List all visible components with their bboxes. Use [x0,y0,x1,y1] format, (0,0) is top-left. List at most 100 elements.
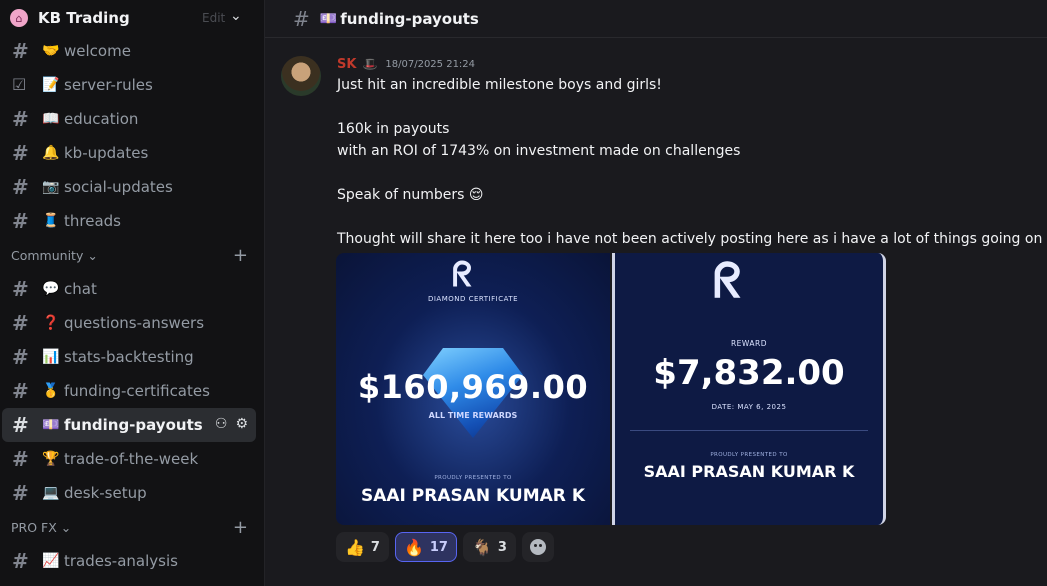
channel-label: kb-updates [64,144,149,162]
server-header[interactable]: ⌂ KB Trading Edit ⌄ [0,0,264,36]
channel-label: social-updates [64,178,173,196]
channel-trade-of-the-week[interactable]: # 🏆 trade-of-the-week [2,442,256,476]
reaction-thumbs-up[interactable]: 👍 7 [336,532,389,562]
channel-label: trades-analysis [64,552,178,570]
channel-chat[interactable]: # 💬 chat [2,272,256,306]
channel-stats-backtesting[interactable]: # 📊 stats-backtesting [2,340,256,374]
hash-icon: # [12,39,29,63]
thumbs-up-icon: 👍 [345,537,365,557]
avatar[interactable] [281,56,321,96]
channel-sidebar: ⌂ KB Trading Edit ⌄ # 🤝 welcome ☑ 📝 serv… [0,0,264,586]
category-community[interactable]: Community ⌄ + [0,238,264,272]
channel-title: funding-payouts [340,9,479,28]
message-header: SK 🎩 18/07/2025 21:24 [337,56,1037,72]
reactions-bar: 👍 7 🔥 17 🐐 3 [336,532,554,562]
channel-education[interactable]: # 📖 education [2,102,256,136]
channel-list: # 🤝 welcome ☑ 📝 server-rules # 📖 educati… [0,36,264,578]
hash-icon: # [12,277,29,301]
channel-social-updates[interactable]: # 📷 social-updates [2,170,256,204]
channel-trades-analysis[interactable]: # 📈 trades-analysis [2,544,256,578]
category-pro-fx[interactable]: PRO FX ⌄ + [0,510,264,544]
channel-welcome[interactable]: # 🤝 welcome [2,34,256,68]
role-badge: 🎩 [362,57,378,71]
category-label: PRO FX ⌄ [11,519,72,535]
channel-emoji: 📖 [42,111,60,127]
reward-date: DATE: MAY 6, 2025 [615,403,883,411]
channel-label: chat [64,280,97,298]
channel-emoji: 🤝 [42,43,60,59]
channel-questions-answers[interactable]: # ❓ questions-answers [2,306,256,340]
invite-user-icon[interactable]: ⚇ [215,416,228,432]
hash-icon: # [12,107,29,131]
reward-certificate-image[interactable]: ᖇ REWARD $7,832.00 DATE: MAY 6, 2025 PRO… [612,253,886,525]
channel-actions: ⚇ ⚙ [215,416,248,432]
checklist-icon: ☑ [12,75,27,94]
add-channel-icon[interactable]: + [233,517,248,538]
hash-icon: # [12,209,29,233]
fire-icon: 🔥 [403,537,424,557]
presented-to-label: PROUDLY PRESENTED TO [710,452,788,458]
message-line: Just hit an incredible milestone boys an… [337,77,662,93]
gear-icon[interactable]: ⚙ [235,416,248,432]
server-name: KB Trading [38,9,130,27]
channel-emoji: 📷 [42,179,60,195]
hash-icon: # [12,447,29,471]
hash-icon: # [12,345,29,369]
author-name[interactable]: SK [337,57,356,72]
goat-icon: 🐐 [471,537,492,557]
channel-label: trade-of-the-week [64,450,199,468]
chevron-down-icon[interactable]: ⌄ [230,8,242,24]
message-line: 160k in payouts [337,121,450,137]
hash-icon: # [12,141,29,165]
reaction-fire[interactable]: 🔥 17 [394,532,457,562]
server-ghost-text: Edit [202,11,226,25]
channel-label: education [64,110,139,128]
message-line [337,96,1037,118]
category-label: Community ⌄ [11,247,98,263]
hash-icon: # [12,175,29,199]
date-value: MAY 6, 2025 [737,403,787,411]
channel-topbar: # 💷 funding-payouts [265,0,1047,38]
date-label: DATE: [711,403,735,411]
channel-emoji: 🏆 [42,451,60,467]
timestamp: 18/07/2025 21:24 [385,58,476,70]
reaction-goat[interactable]: 🐐 3 [462,532,516,562]
hash-icon: # [12,413,29,437]
channel-funding-certificates[interactable]: # 🥇 funding-certificates [2,374,256,408]
hash-icon: # [12,379,29,403]
category-name: Community [11,247,84,263]
reaction-count: 7 [370,539,380,555]
channel-emoji: 💬 [42,281,60,297]
recipient-name: SAAI PRASAN KUMAR K [361,486,585,506]
add-channel-icon[interactable]: + [233,245,248,266]
certificate-subtitle: ALL TIME REWARDS [428,411,518,420]
channel-desk-setup[interactable]: # 💻 desk-setup [2,476,256,510]
diamond-certificate-image[interactable]: ᖇ DIAMOND CERTIFICATE $160,969.00 ALL TI… [336,253,610,525]
certificate-title: DIAMOND CERTIFICATE [427,295,519,303]
reward-label: REWARD [730,339,768,348]
smiley-icon [529,539,546,555]
hash-icon: # [12,311,29,335]
reaction-count: 3 [497,539,507,555]
channel-threads[interactable]: # 🧵 threads [2,204,256,238]
channel-emoji: 📈 [42,553,60,569]
channel-label: funding-payouts [64,416,203,434]
channel-emoji: 🧵 [42,213,60,229]
channel-kb-updates[interactable]: # 🔔 kb-updates [2,136,256,170]
house-icon: ⌂ [10,9,28,27]
message-line: with an ROI of 1743% on investment made … [337,143,741,159]
brand-logo-icon: ᖇ [713,253,742,309]
message-body: SK 🎩 18/07/2025 21:24 Just hit an incred… [337,56,1047,250]
reaction-count: 17 [429,539,448,555]
presented-to-label: PROUDLY PRESENTED TO [434,475,512,481]
channel-funding-payouts[interactable]: # 💷 funding-payouts ⚇ ⚙ [2,408,256,442]
channel-label: funding-certificates [64,382,210,400]
message-line: Thought will share it here too i have no… [337,231,1047,247]
channel-server-rules[interactable]: ☑ 📝 server-rules [2,68,256,102]
message-text: Just hit an incredible milestone boys an… [337,74,1047,250]
hash-icon: # [293,6,310,31]
channel-emoji: 🔔 [42,145,60,161]
recipient-name: SAAI PRASAN KUMAR K [643,462,855,481]
brand-logo-icon: ᖇ [452,255,473,295]
add-reaction-button[interactable] [521,532,554,562]
